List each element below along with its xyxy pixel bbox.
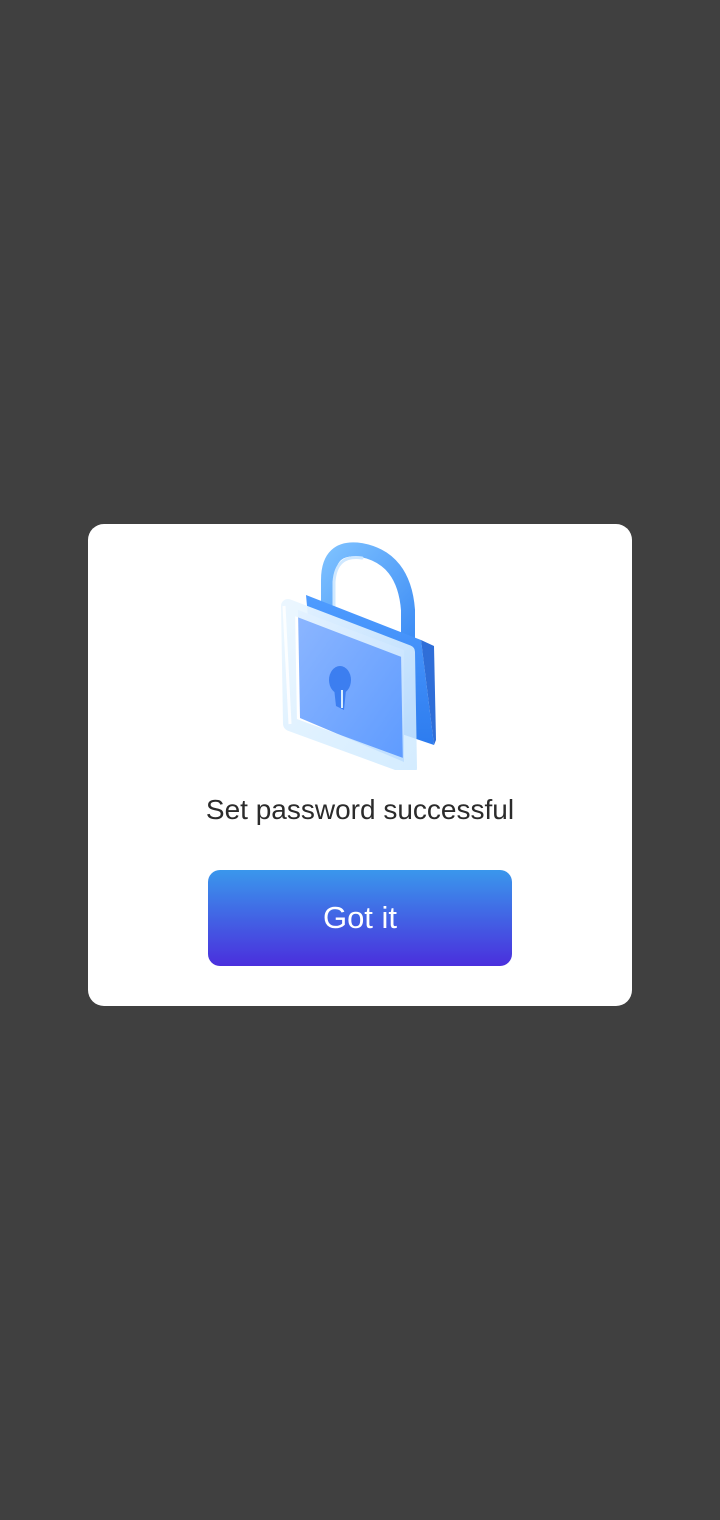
- got-it-button[interactable]: Got it: [208, 870, 512, 966]
- padlock-icon: [276, 540, 446, 775]
- success-message: Set password successful: [205, 794, 515, 825]
